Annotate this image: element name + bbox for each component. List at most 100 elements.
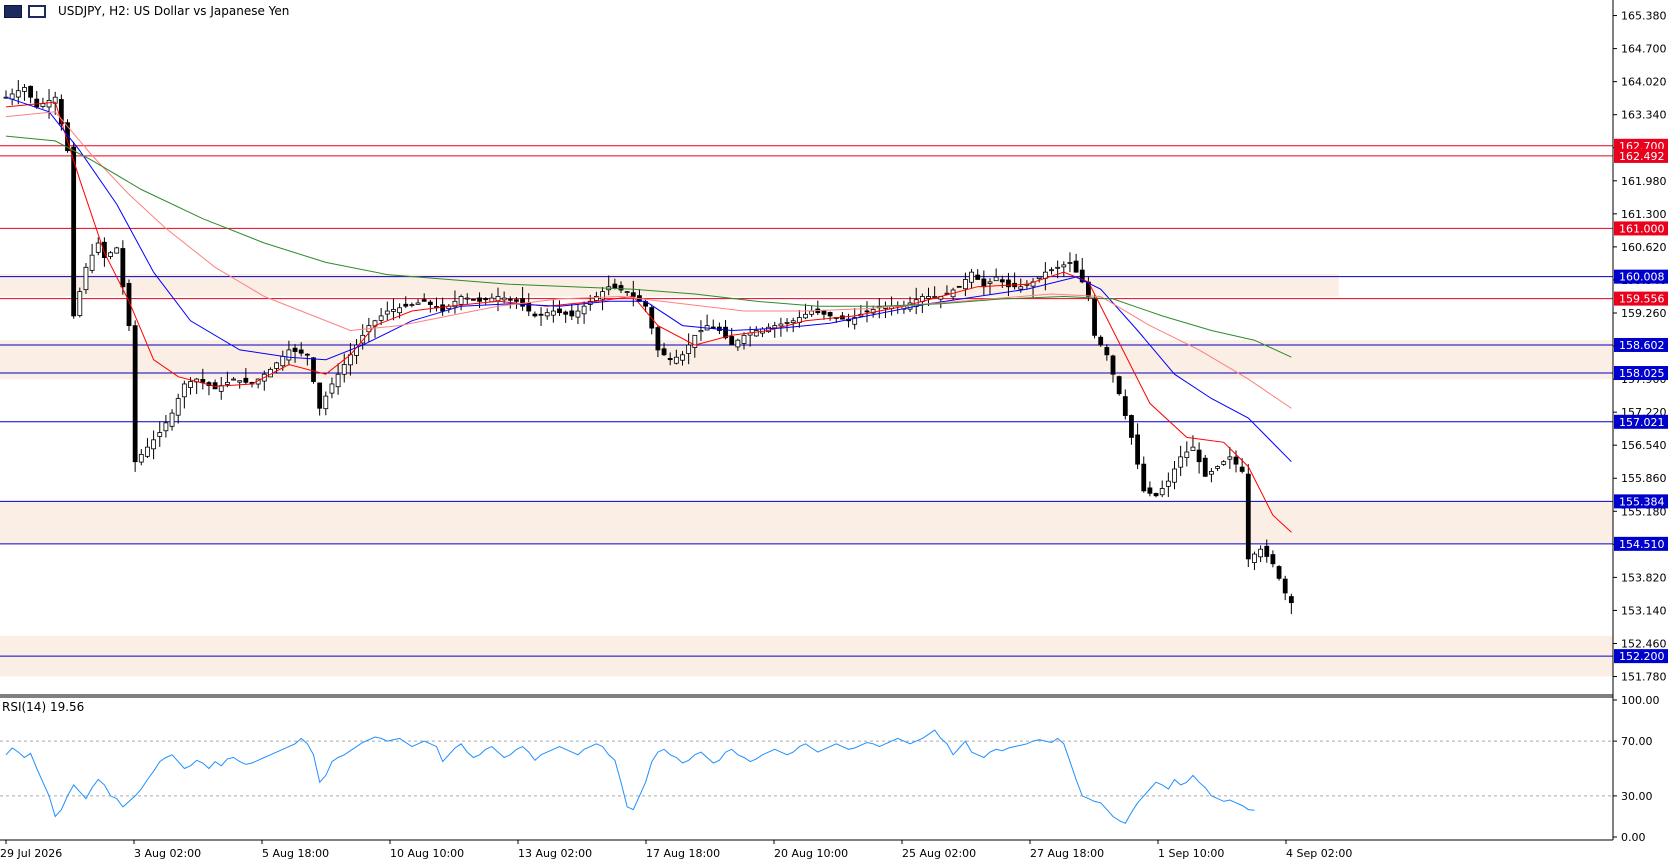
time-tick-label: 13 Aug 02:00 (518, 847, 592, 860)
chart-title: USDJPY, H2: US Dollar vs Japanese Yen (58, 4, 290, 18)
candle-body (151, 439, 157, 450)
candle-body (1172, 468, 1177, 483)
candle-body (391, 309, 396, 312)
time-tick-label: 20 Aug 10:00 (774, 847, 848, 860)
candle-body (483, 298, 489, 301)
candle-body (1270, 554, 1276, 565)
price-chart-svg: 165.380164.700164.020163.340162.660161.9… (0, 0, 1668, 860)
candle-body (803, 313, 808, 319)
candle-body (40, 103, 46, 107)
candle-body (415, 302, 421, 305)
chart-canvas[interactable]: 165.380164.700164.020163.340162.660161.9… (0, 0, 1680, 861)
candle-body (71, 146, 77, 317)
candle-body (618, 285, 624, 291)
supply-demand-zone (0, 274, 1339, 297)
price-tick-label: 160.620 (1621, 241, 1667, 254)
candle-body (956, 285, 962, 288)
candle-body (1110, 355, 1116, 375)
menu-icon[interactable] (4, 5, 22, 18)
candle-body (421, 299, 427, 302)
candle-body (581, 305, 587, 315)
price-tick-label: 152.460 (1621, 637, 1667, 650)
candle-body (237, 380, 243, 383)
candle-body (1258, 548, 1263, 558)
candle-body (46, 100, 52, 108)
chart-bars-icon[interactable] (28, 5, 46, 18)
candle-body (489, 297, 495, 303)
candle-body (1098, 336, 1104, 346)
candle-body (181, 383, 187, 398)
level-price-label: 155.384 (1619, 495, 1665, 508)
candle-body (612, 283, 618, 289)
candle-body (169, 412, 175, 427)
price-tick-label: 151.780 (1621, 671, 1667, 684)
candle-body (1049, 269, 1054, 272)
candle-body (1209, 471, 1214, 475)
time-tick-label: 5 Aug 18:00 (262, 847, 329, 860)
candle-body (969, 271, 974, 283)
price-tick-label: 164.020 (1621, 76, 1667, 89)
candle-body (563, 311, 569, 315)
candle-body (507, 298, 513, 301)
candle-body (729, 336, 735, 346)
level-price-label: 161.000 (1619, 222, 1665, 235)
candle-body (686, 344, 692, 354)
candle-body (157, 432, 163, 437)
candle-body (1073, 260, 1079, 273)
candle-body (993, 276, 999, 282)
candle-body (409, 304, 415, 306)
candle-body (231, 378, 236, 381)
candle-body (477, 297, 482, 302)
candle-body (1288, 596, 1294, 604)
candle-body (1190, 446, 1196, 451)
time-tick-label: 25 Aug 02:00 (902, 847, 976, 860)
candle-body (427, 301, 433, 305)
candle-body (1165, 480, 1171, 487)
candle-body (470, 298, 476, 301)
candle-body (77, 291, 83, 316)
candle-body (1282, 578, 1288, 594)
level-price-label: 158.025 (1619, 367, 1665, 380)
candle-body (403, 303, 409, 307)
candle-body (630, 292, 636, 297)
level-price-label: 154.510 (1619, 538, 1665, 551)
price-tick-label: 161.980 (1621, 175, 1667, 188)
candle-body (114, 247, 120, 254)
level-price-label: 158.602 (1619, 339, 1665, 352)
candle-body (735, 339, 741, 348)
level-price-label: 152.200 (1619, 650, 1665, 663)
candle-body (544, 312, 550, 317)
rsi-tick-label: 100.00 (1621, 694, 1660, 707)
level-price-label: 162.492 (1619, 150, 1665, 163)
level-price-label: 160.008 (1619, 271, 1665, 284)
candle-body (145, 446, 150, 457)
time-tick-label: 3 Aug 02:00 (134, 847, 201, 860)
price-tick-label: 159.260 (1621, 307, 1667, 320)
candle-body (274, 362, 280, 369)
moving-average-line-green (5, 135, 1292, 358)
rsi-title: RSI(14) 19.56 (2, 700, 85, 714)
candle-body (286, 349, 292, 361)
candle-body (89, 254, 95, 271)
candle-body (975, 274, 981, 280)
candle-body (987, 281, 993, 284)
candle-body (1252, 553, 1257, 563)
candle-body (1122, 396, 1128, 416)
candle-body (981, 278, 987, 288)
candle-body (999, 279, 1005, 283)
candle-body (963, 279, 968, 290)
price-tick-label: 156.540 (1621, 439, 1667, 452)
candle-body (329, 383, 335, 394)
candle-body (120, 248, 126, 288)
level-price-label: 159.556 (1619, 293, 1665, 306)
candle-body (827, 312, 833, 317)
candle-body (1055, 266, 1061, 269)
candle-body (341, 364, 347, 375)
time-tick-label: 27 Aug 18:00 (1030, 847, 1104, 860)
candle-body (1184, 451, 1190, 459)
candle-body (188, 381, 193, 388)
candle-body (1178, 456, 1184, 468)
candle-body (673, 356, 679, 364)
candle-body (1221, 461, 1227, 465)
candle-body (1215, 466, 1220, 469)
